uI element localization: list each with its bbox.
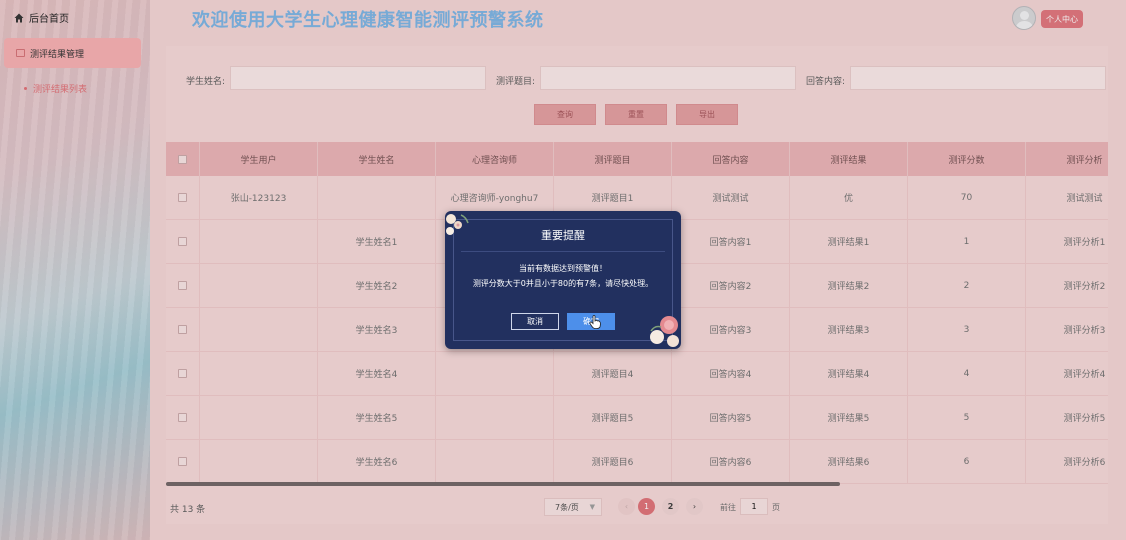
sidebar-item-result-list[interactable]: 测评结果列表 xyxy=(24,82,87,95)
bullet-icon xyxy=(24,87,27,90)
folder-icon xyxy=(16,49,25,57)
modal-divider xyxy=(461,251,665,252)
flower-decoration-icon xyxy=(650,316,679,347)
sidebar-item-home[interactable]: 后台首页 xyxy=(14,10,69,25)
modal-message-line1: 当前有数据达到预警值！ xyxy=(519,264,607,273)
modal-title: 重要提醒 xyxy=(541,229,585,242)
modal-message-line2: 测评分数大于0并且小于80的有7条，请尽快处理。 xyxy=(472,279,654,288)
sidebar-group-label: 测评结果管理 xyxy=(30,49,85,60)
modal-cancel-button[interactable]: 取消 xyxy=(511,313,559,330)
home-icon xyxy=(14,13,24,22)
sidebar-group-result-management[interactable]: 测评结果管理 xyxy=(4,38,141,68)
sidebar-item-home-label: 后台首页 xyxy=(29,14,69,25)
sidebar-item-result-list-label: 测评结果列表 xyxy=(33,85,88,95)
hand-cursor-icon xyxy=(589,315,601,329)
warning-modal: 重要提醒 当前有数据达到预警值！ 测评分数大于0并且小于80的有7条，请尽快处理… xyxy=(445,211,681,349)
